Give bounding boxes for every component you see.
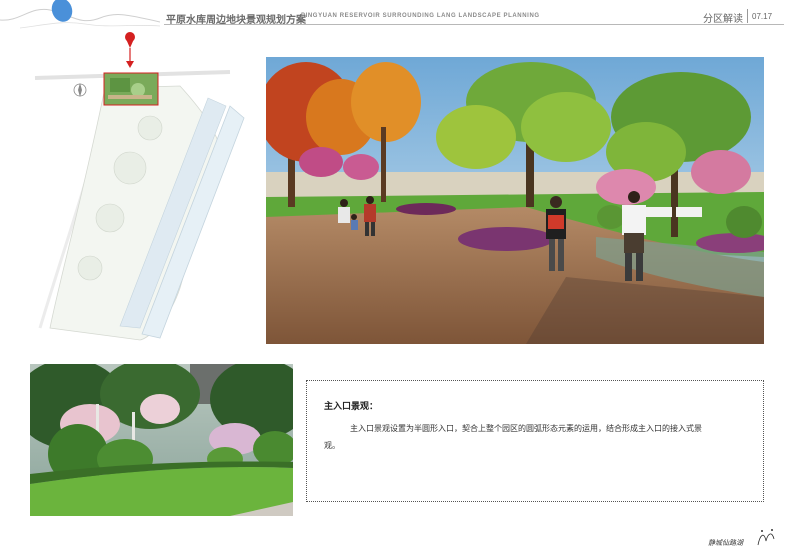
description-body: 主入口景观设置为半圆形入口，契合上整个园区的圆弧形态元素的运用，结合形成主入口的… <box>324 424 702 450</box>
description-box: 主入口景观： 主入口景观设置为半圆形入口，契合上整个园区的圆弧形态元素的运用，结… <box>306 380 764 502</box>
svg-text:静城仙路湖: 静城仙路湖 <box>708 539 744 547</box>
site-plan-map <box>30 28 248 346</box>
signature-logo: 静城仙路湖 <box>708 529 775 547</box>
description-heading: 主入口景观： <box>324 401 379 411</box>
main-entrance-rendering <box>266 57 764 344</box>
page-title-english: PINGYUAN RESERVOIR SURROUNDING LANG LAND… <box>301 13 540 19</box>
header-divider <box>164 24 784 25</box>
section-label: 分区解读 <box>703 14 743 25</box>
page-number: 07.17 <box>752 12 773 21</box>
header-separator <box>747 9 748 23</box>
entrance-planting-rendering <box>30 364 293 516</box>
